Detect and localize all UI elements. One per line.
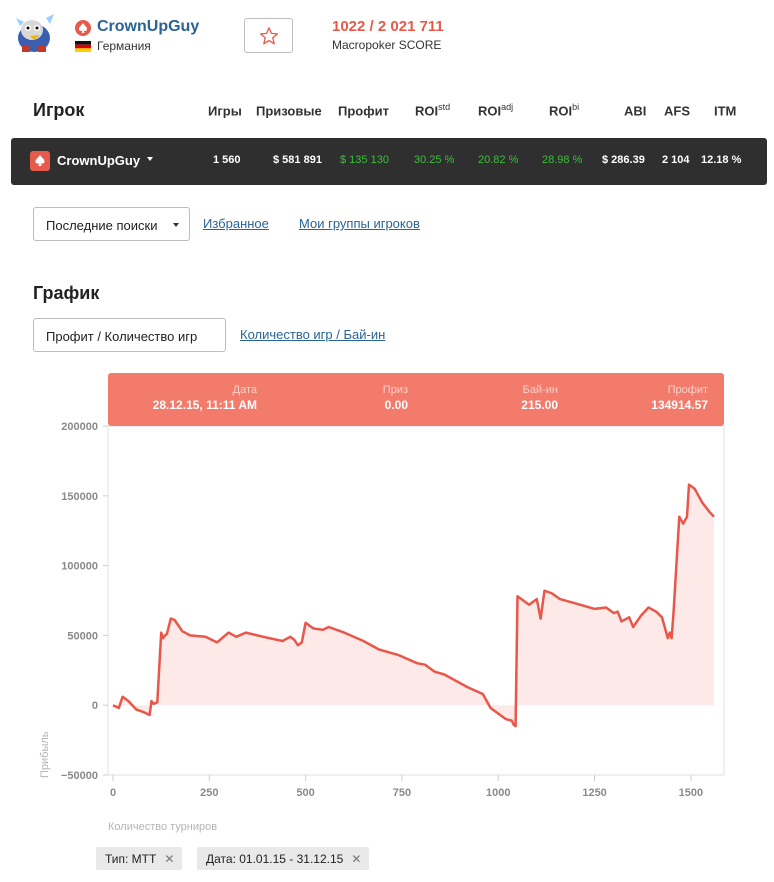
pokerstars-icon xyxy=(30,151,50,171)
tooltip-profit-label: Профит xyxy=(667,384,708,396)
player-groups-link[interactable]: Мои группы игроков xyxy=(299,216,420,231)
favorites-link[interactable]: Избранное xyxy=(203,216,269,231)
y-tick-label: 150000 xyxy=(61,491,98,503)
column-header-roi-std[interactable]: ROIstd xyxy=(415,102,450,118)
avatar xyxy=(16,14,54,52)
stat-profit: $ 135 130 xyxy=(340,154,389,166)
recent-searches-dropdown[interactable]: Последние поиски xyxy=(33,207,190,241)
stat-prizes: $ 581 891 xyxy=(273,154,322,166)
close-icon[interactable]: ✕ xyxy=(351,852,361,866)
section-title-player: Игрок xyxy=(33,100,85,120)
star-icon xyxy=(259,26,278,44)
tooltip-prize-label: Приз xyxy=(382,384,408,396)
chevron-down-icon xyxy=(173,223,179,227)
tab-games-buyin[interactable]: Количество игр / Бай-ин xyxy=(240,327,385,342)
y-tick-label: 0 xyxy=(92,700,98,712)
column-header-itm[interactable]: ITM xyxy=(714,102,736,118)
pokerstars-icon xyxy=(75,20,91,36)
stat-afs: 2 104 xyxy=(662,154,690,166)
y-tick-label: 100000 xyxy=(61,561,98,573)
tooltip-profit: Профит 134914.57 xyxy=(651,384,708,412)
tooltip-prize: Приз 0.00 xyxy=(383,384,408,412)
player-select-dropdown[interactable]: CrownUpGuy xyxy=(57,153,140,168)
germany-flag-icon xyxy=(75,41,91,52)
x-tick-label: 750 xyxy=(393,787,411,799)
recent-searches-label: Последние поиски xyxy=(46,218,158,233)
chart-grid xyxy=(103,425,725,781)
filter-chip-type: Тип: MTT ✕ xyxy=(96,847,183,870)
stat-roi-bi: 28.98 % xyxy=(542,154,583,166)
tab-profit-games[interactable]: Профит / Количество игр xyxy=(33,318,226,352)
x-axis-label: Количество турниров xyxy=(108,821,217,833)
x-tick-label: 1500 xyxy=(679,787,703,799)
filter-chip-date: Дата: 01.01.15 - 31.12.15 ✕ xyxy=(197,847,370,870)
profit-chart: −50000 0 50000 100000 150000 200000 0 250 500 75… xyxy=(39,421,725,833)
stat-roi-std: 30.25 % xyxy=(414,154,455,166)
tooltip-buyin: Бай-ин 215.00 xyxy=(521,384,558,412)
chart-frame xyxy=(107,425,725,776)
column-header-prizes[interactable]: Призовые xyxy=(256,102,322,118)
column-header-roi-adj[interactable]: ROIadj xyxy=(478,102,513,118)
x-tick-label: 250 xyxy=(200,787,218,799)
tooltip-profit-value: 134914.57 xyxy=(651,398,708,412)
profit-area xyxy=(113,484,714,727)
x-axis-ticks: 0 250 500 750 1000 1250 1500 xyxy=(110,787,703,799)
chevron-down-icon xyxy=(147,157,153,161)
tooltip-date-label: Дата xyxy=(232,384,257,396)
filter-chip-type-label: Тип: MTT xyxy=(105,852,157,866)
player-stats-row: CrownUpGuy 1 560 $ 581 891 $ 135 130 30.… xyxy=(11,138,767,185)
column-header-afs[interactable]: AFS xyxy=(664,102,690,118)
stat-roi-adj: 20.82 % xyxy=(478,154,519,166)
column-header-abi[interactable]: ABI xyxy=(624,102,646,118)
column-header-roi-bi[interactable]: ROIbi xyxy=(549,102,579,118)
column-header-profit[interactable]: Профит xyxy=(338,102,389,118)
tooltip-buyin-label: Бай-ин xyxy=(522,384,558,396)
tooltip-buyin-value: 215.00 xyxy=(521,398,558,412)
close-icon[interactable]: ✕ xyxy=(164,852,174,866)
y-axis-label: Прибыль xyxy=(39,731,51,778)
x-tick-label: 500 xyxy=(296,787,314,799)
y-tick-label: 200000 xyxy=(61,421,98,433)
filter-chip-date-label: Дата: 01.01.15 - 31.12.15 xyxy=(206,852,344,866)
score-value: 1022 / 2 021 711 xyxy=(332,18,444,35)
y-tick-label: −50000 xyxy=(61,770,98,782)
stat-abi: $ 286.39 xyxy=(602,154,645,166)
y-axis-ticks: −50000 0 50000 100000 150000 200000 xyxy=(61,421,98,782)
x-tick-label: 0 xyxy=(110,787,116,799)
player-name[interactable]: CrownUpGuy xyxy=(97,18,199,36)
stat-games: 1 560 xyxy=(213,154,241,166)
add-favorite-button[interactable] xyxy=(244,18,293,53)
section-title-graph: График xyxy=(33,283,100,303)
x-tick-label: 1000 xyxy=(486,787,510,799)
column-header-games[interactable]: Игры xyxy=(208,102,242,118)
tooltip-prize-value: 0.00 xyxy=(384,398,408,412)
tooltip-date: Дата 28.12.15, 11:11 AM xyxy=(153,384,257,412)
x-tick-label: 1250 xyxy=(582,787,606,799)
score-label: Macropoker SCORE xyxy=(332,38,442,52)
stat-itm: 12.18 % xyxy=(701,154,742,166)
y-tick-label: 50000 xyxy=(67,630,98,642)
player-country: Германия xyxy=(97,39,151,53)
tooltip-date-value: 28.12.15, 11:11 AM xyxy=(152,398,257,412)
chart-tooltip: Дата 28.12.15, 11:11 AM Приз 0.00 Бай-ин… xyxy=(108,373,724,426)
